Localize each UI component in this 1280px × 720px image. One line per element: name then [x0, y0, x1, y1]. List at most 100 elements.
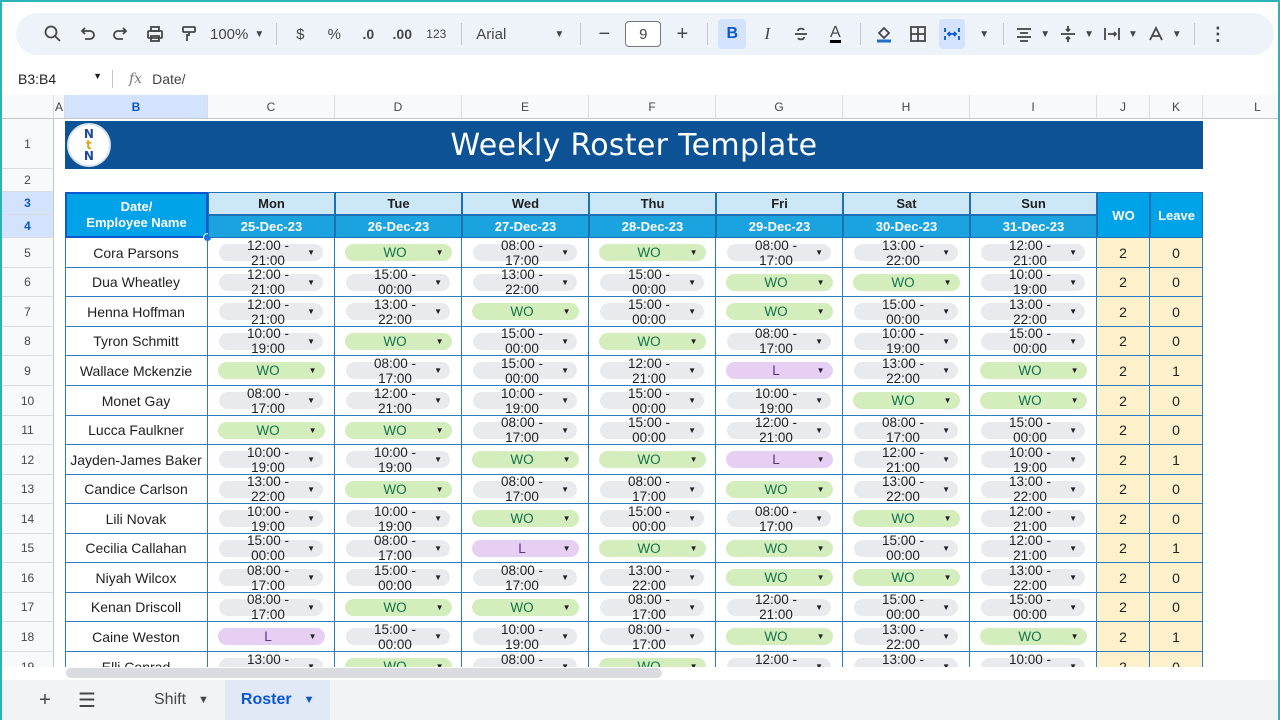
shift-dropdown-chip[interactable]: 08:00 - 17:00 ▼	[854, 415, 958, 445]
shift-dropdown-chip[interactable]: 15:00 - 00:00 ▼	[600, 504, 704, 534]
row-header-9[interactable]: 9	[2, 356, 54, 386]
shift-cell[interactable]: 10:00 - 19:00 ▼	[208, 504, 335, 534]
shift-dropdown-chip[interactable]: 15:00 - 00:00 ▼	[600, 415, 704, 445]
increase-decimal-button[interactable]: .00	[389, 19, 415, 49]
strikethrough-icon[interactable]	[788, 19, 814, 49]
shift-cell[interactable]: 12:00 - 21:00 ▼	[716, 652, 843, 667]
row-header-4[interactable]: 4	[2, 215, 54, 238]
column-header-k[interactable]: K	[1150, 95, 1203, 119]
shift-dropdown-chip[interactable]: 08:00 - 17:00 ▼	[473, 563, 577, 593]
shift-cell[interactable]: 13:00 - 22:00 ▼	[208, 652, 335, 667]
shift-dropdown-chip[interactable]: WO ▼	[852, 392, 960, 409]
row-header-15[interactable]: 15	[2, 534, 54, 563]
shift-dropdown-chip[interactable]: 08:00 - 17:00 ▼	[600, 474, 704, 504]
shift-dropdown-chip[interactable]: 15:00 - 00:00 ▼	[600, 386, 704, 416]
shift-dropdown-chip[interactable]: 08:00 - 17:00 ▼	[346, 356, 450, 386]
redo-icon[interactable]	[108, 19, 134, 49]
shift-cell[interactable]: 13:00 - 22:00 ▼	[589, 563, 716, 593]
shift-dropdown-chip[interactable]: 10:00 - 19:00 ▼	[219, 504, 323, 534]
shift-cell[interactable]: 08:00 - 17:00 ▼	[843, 415, 970, 445]
row-header-14[interactable]: 14	[2, 504, 54, 534]
shift-dropdown-chip[interactable]: WO ▼	[344, 244, 452, 261]
shift-dropdown-chip[interactable]: WO ▼	[979, 392, 1087, 409]
shift-dropdown-chip[interactable]: 10:00 - 19:00 ▼	[219, 326, 323, 356]
borders-icon[interactable]	[905, 19, 931, 49]
shift-dropdown-chip[interactable]: WO ▼	[471, 451, 579, 468]
row-header-8[interactable]: 8	[2, 327, 54, 356]
shift-cell[interactable]: 15:00 - 00:00 ▼	[970, 592, 1097, 622]
select-all-corner[interactable]	[2, 95, 54, 119]
shift-dropdown-chip[interactable]: 15:00 - 00:00 ▼	[473, 326, 577, 356]
increase-font-size-button[interactable]: +	[669, 19, 695, 49]
shift-dropdown-chip[interactable]: 12:00 - 21:00 ▼	[981, 238, 1085, 268]
shift-dropdown-chip[interactable]: 13:00 - 22:00 ▼	[854, 474, 958, 504]
shift-cell[interactable]: 15:00 - 00:00 ▼	[335, 563, 462, 593]
search-menus-icon[interactable]	[40, 19, 66, 49]
shift-cell[interactable]: 10:00 - 19:00 ▼	[335, 504, 462, 534]
vertical-align-icon[interactable]: ▼	[1058, 19, 1094, 49]
column-header-g[interactable]: G	[716, 95, 843, 119]
shift-cell[interactable]: L ▼	[716, 445, 843, 475]
shift-cell[interactable]: 10:00 - 19:00 ▼	[208, 445, 335, 475]
shift-dropdown-chip[interactable]: WO ▼	[598, 451, 706, 468]
shift-cell[interactable]: 15:00 - 00:00 ▼	[335, 267, 462, 297]
shift-cell[interactable]: 13:00 - 22:00 ▼	[208, 474, 335, 504]
shift-cell[interactable]: WO ▼	[843, 268, 970, 297]
undo-icon[interactable]	[74, 19, 100, 49]
row-header-18[interactable]: 18	[2, 622, 54, 652]
shift-cell[interactable]: WO ▼	[462, 593, 589, 622]
shift-dropdown-chip[interactable]: 13:00 - 22:00 ▼	[854, 622, 958, 652]
shift-dropdown-chip[interactable]: 15:00 - 00:00 ▼	[981, 592, 1085, 622]
shift-cell[interactable]: 10:00 - 19:00 ▼	[716, 386, 843, 416]
shift-dropdown-chip[interactable]: 10:00 - 19:00 ▼	[981, 267, 1085, 297]
shift-dropdown-chip[interactable]: WO ▼	[471, 510, 579, 527]
shift-cell[interactable]: 15:00 - 00:00 ▼	[589, 415, 716, 445]
shift-cell[interactable]: 08:00 - 17:00 ▼	[462, 415, 589, 445]
shift-dropdown-chip[interactable]: 15:00 - 00:00 ▼	[346, 622, 450, 652]
shift-cell[interactable]: WO ▼	[716, 534, 843, 563]
shift-dropdown-chip[interactable]: 08:00 - 17:00 ▼	[473, 474, 577, 504]
shift-cell[interactable]: 13:00 - 22:00 ▼	[970, 563, 1097, 593]
row-header-7[interactable]: 7	[2, 297, 54, 327]
shift-cell[interactable]: 08:00 - 17:00 ▼	[716, 238, 843, 268]
shift-cell[interactable]: 13:00 - 22:00 ▼	[843, 238, 970, 268]
shift-dropdown-chip[interactable]: WO ▼	[471, 303, 579, 320]
shift-dropdown-chip[interactable]: 13:00 - 22:00 ▼	[981, 297, 1085, 327]
shift-dropdown-chip[interactable]: 12:00 - 21:00 ▼	[981, 533, 1085, 563]
shift-cell[interactable]: 08:00 - 17:00 ▼	[462, 474, 589, 504]
shift-dropdown-chip[interactable]: WO ▼	[598, 658, 706, 667]
shift-cell[interactable]: 08:00 - 17:00 ▼	[208, 563, 335, 593]
shift-dropdown-chip[interactable]: 08:00 - 17:00 ▼	[219, 386, 323, 416]
row-header-10[interactable]: 10	[2, 386, 54, 416]
row-header-5[interactable]: 5	[2, 238, 54, 268]
employee-name-cell[interactable]: Kenan Driscoll	[65, 593, 208, 622]
shift-cell[interactable]: 10:00 - 19:00 ▼	[970, 652, 1097, 667]
shift-dropdown-chip[interactable]: WO ▼	[344, 421, 452, 439]
shift-cell[interactable]: 08:00 - 17:00 ▼	[335, 356, 462, 386]
shift-dropdown-chip[interactable]: WO ▼	[979, 362, 1087, 379]
formula-input[interactable]: Date/	[152, 71, 185, 87]
shift-cell[interactable]: 08:00 - 17:00 ▼	[462, 652, 589, 667]
shift-dropdown-chip[interactable]: 15:00 - 00:00 ▼	[346, 267, 450, 297]
shift-dropdown-chip[interactable]: 13:00 - 22:00 ▼	[854, 238, 958, 268]
shift-dropdown-chip[interactable]: 12:00 - 21:00 ▼	[219, 267, 323, 297]
employee-name-cell[interactable]: Candice Carlson	[65, 475, 208, 504]
shift-cell[interactable]: WO ▼	[335, 652, 462, 667]
horizontal-scrollbar[interactable]	[66, 668, 662, 678]
row-header-17[interactable]: 17	[2, 593, 54, 622]
decrease-decimal-button[interactable]: .0	[355, 19, 381, 49]
shift-cell[interactable]: 13:00 - 22:00 ▼	[843, 652, 970, 667]
shift-cell[interactable]: 10:00 - 19:00 ▼	[970, 445, 1097, 475]
employee-name-cell[interactable]: Wallace Mckenzie	[65, 356, 208, 386]
decrease-font-size-button[interactable]: −	[591, 19, 617, 49]
shift-cell[interactable]: 15:00 - 00:00 ▼	[589, 504, 716, 534]
shift-dropdown-chip[interactable]: WO ▼	[725, 303, 833, 320]
shift-dropdown-chip[interactable]: 10:00 - 19:00 ▼	[346, 504, 450, 534]
column-header-a[interactable]: A	[54, 95, 65, 119]
all-sheets-icon[interactable]: ☰	[72, 688, 102, 713]
shift-cell[interactable]: 15:00 - 00:00 ▼	[970, 415, 1097, 445]
shift-dropdown-chip[interactable]: 10:00 - 19:00 ▼	[473, 386, 577, 416]
shift-dropdown-chip[interactable]: 08:00 - 17:00 ▼	[600, 622, 704, 652]
shift-dropdown-chip[interactable]: 12:00 - 21:00 ▼	[346, 386, 450, 416]
bold-button[interactable]: B	[718, 19, 747, 49]
